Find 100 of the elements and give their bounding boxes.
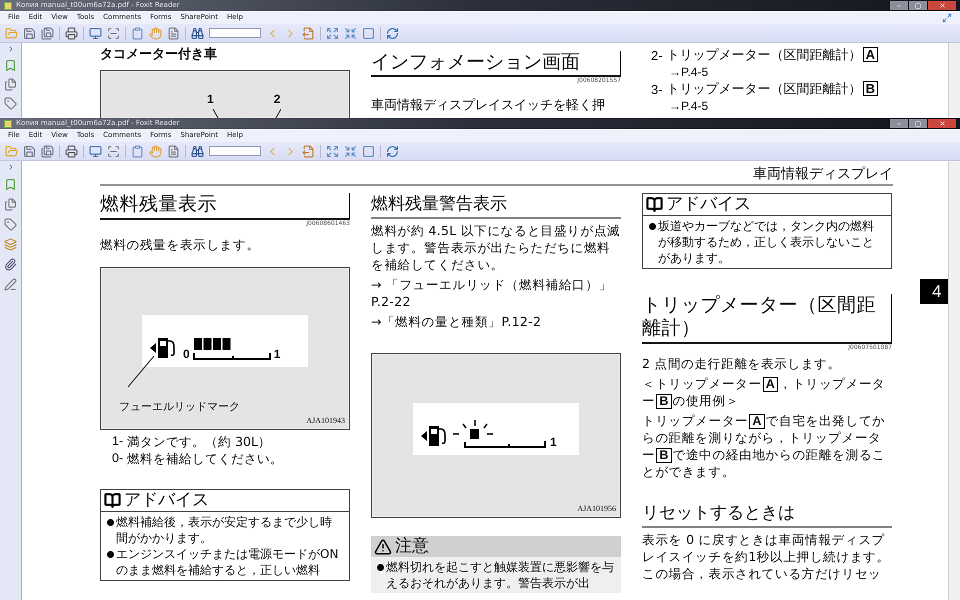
running-header: 車両情報ディスプレイ <box>753 165 893 183</box>
folder-icon[interactable] <box>5 26 18 40</box>
book-icon <box>104 492 121 509</box>
search-field[interactable] <box>209 28 261 38</box>
section-heading: タコメーター付き車 <box>100 47 218 63</box>
export-icon[interactable] <box>302 26 315 40</box>
warning-icon <box>374 538 392 556</box>
body-text: トリップメーター A で自宅を出発してからの距離を測りながら，トリップメーター B で途中の経由地からの距離を測ることができます。 <box>642 412 886 480</box>
list-number: 2- <box>651 47 663 64</box>
close-icon <box>938 2 946 9</box>
body-text: 車両情報ディスプレイスイッチを軽く押 <box>371 97 606 114</box>
pages-icon[interactable] <box>4 78 17 91</box>
layers-icon[interactable] <box>4 238 17 251</box>
save-icon[interactable] <box>23 144 36 158</box>
fit-width-icon[interactable] <box>344 26 357 40</box>
scan-icon[interactable] <box>107 26 120 40</box>
paperclip-icon[interactable] <box>4 258 17 271</box>
expand-icon[interactable] <box>942 12 952 22</box>
refresh-icon[interactable] <box>386 26 399 40</box>
list-number: 0- <box>112 450 124 467</box>
clipboard-icon[interactable] <box>131 26 144 40</box>
save-all-icon[interactable] <box>41 144 54 158</box>
bullet-text: 燃料切れを起こすと触媒装置に悪影響を与えるおそれがあります。警告表示が出 <box>386 559 615 591</box>
bookmark-icon[interactable] <box>4 59 17 72</box>
body-text: → 「フューエルリッド（燃料補給口）」P.2-22 <box>371 276 614 310</box>
body-text: 燃料の残量を表示します。 <box>100 236 261 253</box>
close-button[interactable] <box>928 119 956 128</box>
leader-line <box>127 356 155 388</box>
print-icon[interactable] <box>65 26 78 40</box>
section-title: トリップメーター（区間距離計） <box>642 294 892 344</box>
clipboard-icon[interactable] <box>131 144 144 158</box>
scrollbar[interactable] <box>948 43 960 118</box>
pages-icon[interactable] <box>4 198 17 211</box>
gauge-label: 0 <box>183 348 190 360</box>
close-button[interactable] <box>928 1 956 10</box>
page-icon[interactable] <box>167 26 180 40</box>
bullet-icon <box>107 519 114 526</box>
section-subtitle: 燃料残量警告表示 <box>371 193 621 219</box>
search-icon[interactable] <box>191 144 204 158</box>
maximize-button[interactable] <box>909 1 927 10</box>
bullet-text: 燃料補給後，表示が安定するまで少し時間がかかります。 <box>116 514 333 546</box>
list-number: 1- <box>112 433 124 450</box>
box-title: 注意 <box>395 536 429 557</box>
minimize-button[interactable] <box>890 1 908 10</box>
save-icon[interactable] <box>23 26 36 40</box>
minimize-icon <box>896 2 902 8</box>
maximize-button[interactable] <box>909 119 927 128</box>
box-title: アドバイス <box>124 490 209 511</box>
body-text: 燃料が約 4.5L 以下になると目盛りが点滅します。警告表示が出たらただちに燃料を補給してください。 <box>371 222 621 273</box>
section-title: 燃料残量表示 <box>100 193 350 220</box>
fit-width-icon[interactable] <box>344 144 357 158</box>
callout-number: 1 <box>207 93 214 106</box>
box-title: アドバイス <box>666 194 751 215</box>
close-icon <box>938 120 946 127</box>
bullet-text: エンジンスイッチまたは電源モードがON のまま燃料を補給すると，正しい燃料 <box>116 546 340 578</box>
body-text: 2 点間の走行距離を表示します。 <box>642 355 842 372</box>
minimize-button[interactable] <box>890 119 908 128</box>
search-field[interactable] <box>209 146 261 156</box>
bullet-icon <box>107 551 114 558</box>
folder-icon[interactable] <box>5 144 18 158</box>
fit-page-icon[interactable] <box>326 26 339 40</box>
list-text: トリップメーター（区間距離計） A <box>666 47 879 64</box>
minimize-icon <box>896 120 902 126</box>
monitor-icon[interactable] <box>89 144 102 158</box>
monitor-icon[interactable] <box>89 26 102 40</box>
print-icon[interactable] <box>65 144 78 158</box>
maximize-icon <box>915 2 921 8</box>
hand-icon[interactable] <box>149 144 162 158</box>
actual-size-icon[interactable] <box>362 144 375 158</box>
list-number: 3- <box>651 81 663 98</box>
figure-code: AJA101943 <box>306 416 345 426</box>
section-title: インフォメーション画面 <box>371 51 621 77</box>
bullet-icon <box>649 223 656 230</box>
maximize-icon <box>915 120 921 126</box>
section-subtitle: リセットするときは <box>642 502 892 528</box>
figure-code: AJA101956 <box>577 504 616 514</box>
export-icon[interactable] <box>302 144 315 158</box>
tag-icon[interactable] <box>4 97 17 110</box>
list-text: トリップメーター（区間距離計） B <box>666 81 879 98</box>
list-text: 燃料を補給してください。 <box>127 450 284 467</box>
gauge-label: 1 <box>274 348 280 360</box>
search-icon[interactable] <box>191 26 204 40</box>
bookmark-icon[interactable] <box>4 178 17 191</box>
fit-page-icon[interactable] <box>326 144 339 158</box>
book-icon <box>646 196 663 213</box>
app-icon <box>4 2 12 10</box>
callout-number: 2 <box>274 93 280 106</box>
page-icon[interactable] <box>167 144 180 158</box>
hand-icon[interactable] <box>149 26 162 40</box>
body-text: →「燃料の量と種類」P.12-2 <box>371 313 542 330</box>
scan-icon[interactable] <box>107 144 120 158</box>
scrollbar[interactable] <box>948 161 960 600</box>
tag-icon[interactable] <box>4 218 17 231</box>
actual-size-icon[interactable] <box>362 26 375 40</box>
save-all-icon[interactable] <box>41 26 54 40</box>
list-text: 満タンです。（約 30L） <box>127 433 271 450</box>
pen-icon[interactable] <box>4 278 17 291</box>
bullet-text: 坂道やカーブなどでは，タンク内の燃料が移動するため，正しく表示しないことがあります。 <box>658 218 875 266</box>
body-text: ＜トリップメーター A ，トリップメーター B の使用例＞ <box>642 375 886 409</box>
refresh-icon[interactable] <box>386 144 399 158</box>
